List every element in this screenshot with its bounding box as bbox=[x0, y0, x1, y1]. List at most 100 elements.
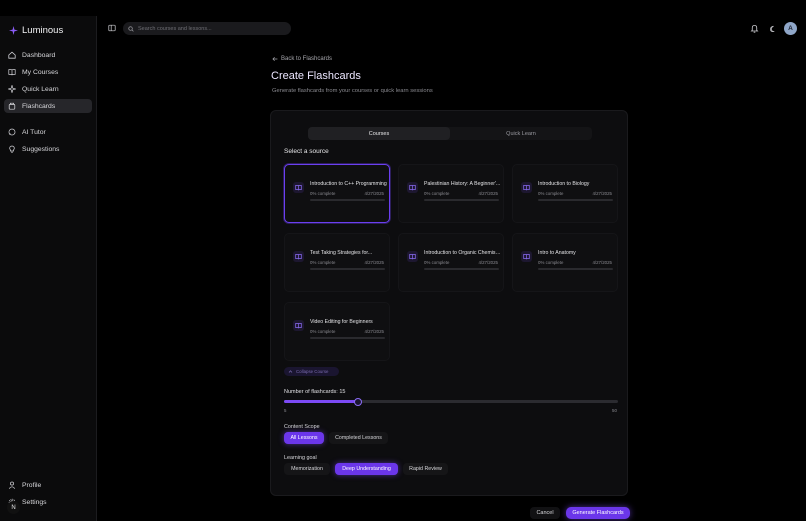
course-card-date: 4/27/2025 bbox=[592, 260, 612, 265]
sidebar-item-quick-learn[interactable]: Quick Learn bbox=[4, 82, 92, 96]
course-card[interactable]: Introduction to Organic Chemistry 0% com… bbox=[398, 233, 504, 292]
page-title: Create Flashcards bbox=[271, 70, 361, 82]
course-card[interactable]: Video Editing for Beginners 0% complete … bbox=[284, 302, 390, 361]
sidebar-item-label: Dashboard bbox=[22, 51, 56, 59]
course-progress-bar bbox=[538, 199, 613, 201]
cancel-button[interactable]: Cancel bbox=[530, 507, 560, 519]
course-card-date: 4/27/2025 bbox=[478, 191, 498, 196]
home-icon bbox=[8, 51, 16, 59]
toggle-sidebar-button[interactable] bbox=[108, 24, 116, 32]
chevron-up-icon bbox=[288, 370, 293, 373]
course-card-title: Test Taking Strategies for... bbox=[310, 250, 373, 256]
course-card-progress: 0% complete bbox=[310, 329, 336, 334]
avatar[interactable]: A bbox=[784, 22, 797, 35]
sidebar-item-suggestions[interactable]: Suggestions bbox=[4, 142, 92, 156]
collapse-course-label: Collapse Course bbox=[296, 369, 329, 374]
book-icon bbox=[293, 320, 304, 331]
sparkle-logo-icon bbox=[9, 26, 18, 35]
goal-rapid-review-button[interactable]: Rapid Review bbox=[403, 463, 448, 475]
course-progress-bar bbox=[538, 268, 613, 270]
search-icon bbox=[128, 25, 134, 32]
lightbulb-icon bbox=[9, 145, 15, 153]
course-card[interactable]: Palestinian History: A Beginner'... 0% c… bbox=[398, 164, 504, 223]
avatar-letter: A bbox=[788, 25, 793, 32]
user-badge[interactable]: N bbox=[7, 501, 20, 514]
sidebar-item-my-courses[interactable]: My Courses bbox=[4, 65, 92, 79]
search-input[interactable] bbox=[138, 25, 288, 32]
sidebar-item-ai-tutor[interactable]: AI Tutor bbox=[4, 125, 92, 139]
book-icon bbox=[8, 69, 16, 76]
course-progress-bar bbox=[424, 199, 499, 201]
theme-toggle-button[interactable] bbox=[768, 25, 776, 33]
tab-courses[interactable]: Courses bbox=[308, 127, 450, 140]
slider-thumb[interactable] bbox=[354, 397, 363, 406]
flashcards-slider[interactable] bbox=[284, 397, 618, 406]
goal-memorization-button[interactable]: Memorization bbox=[284, 463, 330, 475]
content-scope-label: Content Scope bbox=[284, 424, 320, 430]
flashcards-count-label: Number of flashcards: 15 bbox=[284, 389, 346, 395]
course-progress-bar bbox=[310, 337, 385, 339]
course-card[interactable]: Introduction to C++ Programming 0% compl… bbox=[284, 164, 390, 223]
sidebar-item-flashcards[interactable]: Flashcards bbox=[4, 99, 92, 113]
book-icon bbox=[521, 251, 532, 262]
back-link[interactable]: Back to Flashcards bbox=[272, 56, 332, 62]
top-bar bbox=[0, 0, 806, 16]
brand-name: Luminous bbox=[22, 25, 64, 36]
course-card-progress: 0% complete bbox=[310, 191, 336, 196]
collapse-course-button[interactable]: Collapse Course bbox=[284, 367, 339, 376]
slider-max-label: 50 bbox=[612, 408, 617, 413]
course-progress-bar bbox=[310, 199, 385, 201]
course-card-title: Introduction to Organic Chemistry bbox=[424, 250, 501, 256]
course-card-progress: 0% complete bbox=[538, 260, 564, 265]
course-card-date: 4/27/2025 bbox=[364, 260, 384, 265]
source-tabs: Courses Quick Learn bbox=[308, 127, 592, 140]
moon-icon bbox=[770, 25, 775, 32]
course-card-title: Introduction to Biology bbox=[538, 181, 590, 187]
sidebar-item-label: My Courses bbox=[22, 68, 59, 76]
course-card-date: 4/27/2025 bbox=[364, 191, 384, 196]
zap-icon bbox=[8, 85, 16, 93]
slider-fill bbox=[284, 400, 359, 403]
notifications-button[interactable] bbox=[750, 24, 759, 33]
sidebar-item-label: Suggestions bbox=[22, 145, 60, 153]
arrow-left-icon bbox=[272, 56, 278, 62]
sidebar-item-profile[interactable]: Profile bbox=[4, 478, 92, 492]
goal-deep-understanding-button[interactable]: Deep Understanding bbox=[335, 463, 398, 475]
course-card-title: Intro to Anatomy bbox=[538, 250, 576, 256]
course-card-progress: 0% complete bbox=[424, 260, 450, 265]
course-card[interactable]: Intro to Anatomy 0% complete 4/27/2025 bbox=[512, 233, 618, 292]
course-progress-bar bbox=[310, 268, 385, 270]
book-icon bbox=[407, 182, 418, 193]
page-subtitle: Generate flashcards from your courses or… bbox=[272, 88, 433, 94]
generate-flashcards-button[interactable]: Generate Flashcards bbox=[566, 507, 630, 519]
book-icon bbox=[521, 182, 532, 193]
course-card-progress: 0% complete bbox=[424, 191, 450, 196]
course-card-title: Introduction to C++ Programming bbox=[310, 181, 387, 187]
book-icon bbox=[407, 251, 418, 262]
select-source-label: Select a source bbox=[284, 148, 329, 155]
book-icon bbox=[293, 251, 304, 262]
sidebar-item-label: Flashcards bbox=[22, 102, 56, 110]
course-card-progress: 0% complete bbox=[310, 260, 336, 265]
scope-all-lessons-button[interactable]: All Lessons bbox=[284, 432, 324, 444]
course-card-title: Palestinian History: A Beginner'... bbox=[424, 181, 501, 187]
sidebar-item-label: Quick Learn bbox=[22, 85, 59, 93]
back-link-label: Back to Flashcards bbox=[281, 56, 333, 62]
course-card-title: Video Editing for Beginners bbox=[310, 319, 373, 325]
sidebar: Luminous Dashboard My Courses Quick Lear… bbox=[0, 16, 97, 521]
flashcards-icon bbox=[8, 102, 16, 110]
slider-min-label: 5 bbox=[284, 408, 287, 413]
scope-completed-lessons-button[interactable]: Completed Lessons bbox=[329, 432, 388, 444]
course-card[interactable]: Introduction to Biology 0% complete 4/27… bbox=[512, 164, 618, 223]
sidebar-item-label: Settings bbox=[22, 498, 47, 506]
search-bar[interactable] bbox=[123, 22, 291, 35]
brand[interactable]: Luminous bbox=[9, 25, 63, 36]
chat-icon bbox=[8, 128, 16, 136]
book-icon bbox=[293, 182, 304, 193]
course-card-date: 4/27/2025 bbox=[478, 260, 498, 265]
sidebar-item-dashboard[interactable]: Dashboard bbox=[4, 48, 92, 62]
course-card[interactable]: Test Taking Strategies for... 0% complet… bbox=[284, 233, 390, 292]
tab-quick-learn[interactable]: Quick Learn bbox=[450, 127, 592, 140]
sidebar-item-label: AI Tutor bbox=[22, 128, 46, 136]
course-progress-bar bbox=[424, 268, 499, 270]
